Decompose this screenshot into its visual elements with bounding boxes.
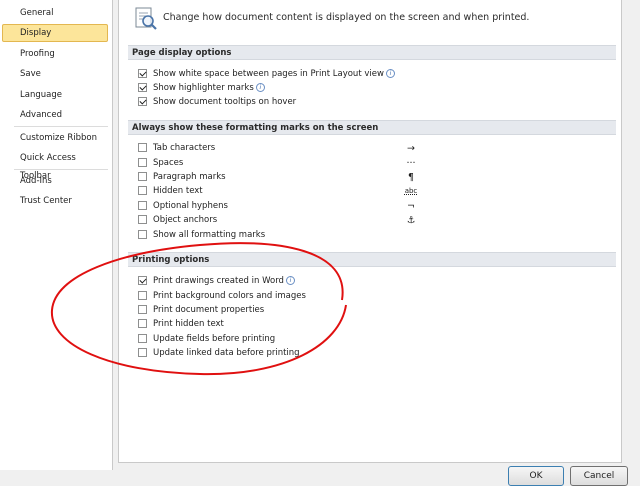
nav-item-quick-access-toolbar[interactable]: Quick Access Toolbar <box>2 149 108 181</box>
options-navigation: General Display Proofing Save Language A… <box>0 0 113 470</box>
checkbox[interactable] <box>138 158 147 167</box>
cancel-button[interactable]: Cancel <box>570 466 628 486</box>
checkbox[interactable] <box>138 172 147 181</box>
hidden-text-icon: abc <box>404 187 418 195</box>
optional-hyphen-icon: ¬ <box>407 201 415 212</box>
checkbox[interactable] <box>138 319 147 328</box>
checkbox[interactable] <box>138 69 147 78</box>
space-dots-icon: ··· <box>406 158 416 169</box>
checkbox[interactable] <box>138 201 147 210</box>
nav-item-customize-ribbon[interactable]: Customize Ribbon <box>2 129 108 147</box>
checkbox[interactable] <box>138 186 147 195</box>
checkbox[interactable] <box>138 348 147 357</box>
section-header-printing: Printing options <box>128 252 616 267</box>
info-icon: i <box>285 276 295 285</box>
checkbox[interactable] <box>138 83 147 92</box>
checkbox[interactable] <box>138 143 147 152</box>
nav-item-trust-center[interactable]: Trust Center <box>2 192 108 210</box>
pilcrow-icon: ¶ <box>407 172 415 183</box>
checkbox[interactable] <box>138 215 147 224</box>
display-settings-icon <box>135 7 157 30</box>
page-description: Change how document content is displayed… <box>163 12 530 23</box>
checkbox[interactable] <box>138 291 147 300</box>
nav-item-advanced[interactable]: Advanced <box>2 106 108 124</box>
info-icon: i <box>385 69 395 78</box>
nav-item-general[interactable]: General <box>2 4 108 22</box>
section-header-page-display: Page display options <box>128 45 616 60</box>
nav-separator <box>14 169 108 170</box>
tab-arrow-icon: → <box>407 143 415 154</box>
nav-separator <box>14 126 108 127</box>
checkbox[interactable] <box>138 276 147 285</box>
checkbox[interactable] <box>138 334 147 343</box>
nav-item-add-ins[interactable]: Add-Ins <box>2 172 108 190</box>
checkbox[interactable] <box>138 230 147 239</box>
nav-item-proofing[interactable]: Proofing <box>2 45 108 63</box>
section-header-formatting-marks: Always show these formatting marks on th… <box>128 120 616 135</box>
nav-item-language[interactable]: Language <box>2 86 108 104</box>
checkbox[interactable] <box>138 97 147 106</box>
nav-item-save[interactable]: Save <box>2 65 108 83</box>
nav-item-display[interactable]: Display <box>2 24 108 42</box>
info-icon: i <box>255 83 265 92</box>
ok-button[interactable]: OK <box>508 466 564 486</box>
anchor-icon: ⚓ <box>406 215 416 226</box>
checkbox[interactable] <box>138 305 147 314</box>
